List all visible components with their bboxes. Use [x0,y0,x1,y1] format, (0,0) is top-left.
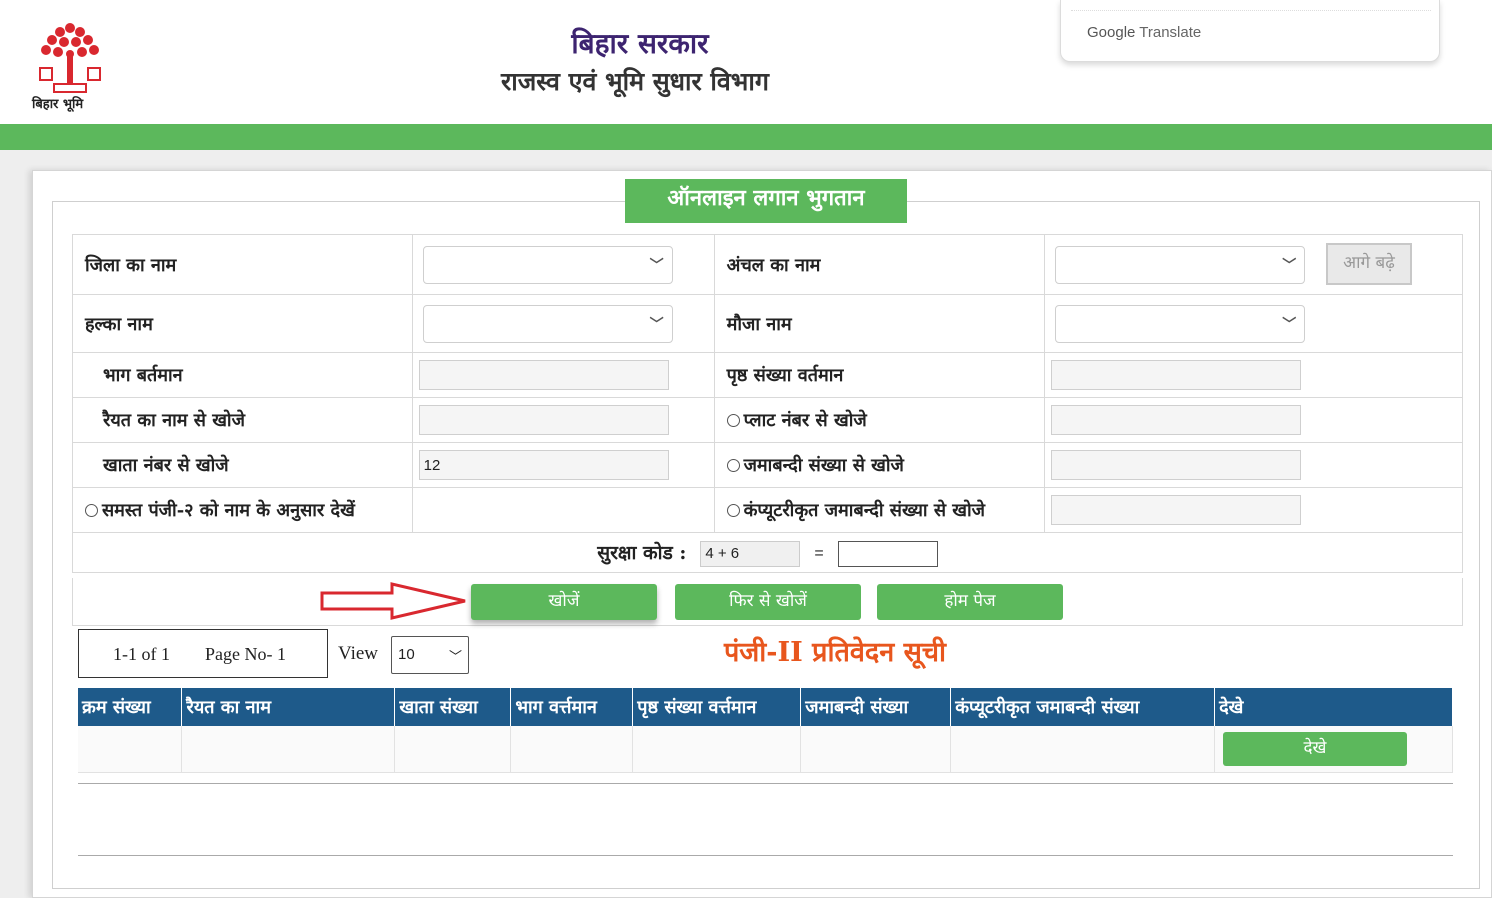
col-view: देखे [1214,688,1453,726]
next-button[interactable]: आगे बढ़े [1326,243,1412,285]
captcha-question: 4 + 6 [700,540,801,567]
plot-option[interactable]: प्लाट नंबर से खोजे [713,397,1046,443]
translate-divider [1071,10,1431,11]
jamabandi-cell [1044,442,1463,488]
search-again-button[interactable]: फिर से खोजें [675,584,861,620]
samast-empty-cell [411,487,715,533]
captcha-answer-input[interactable] [837,540,938,567]
prishth-input[interactable] [1051,360,1302,390]
search-form-table: जिला का नाम ﹀ अंचल का नाम ﹀ आगे बढ़े हल्… [72,234,1463,573]
mauja-select[interactable]: ﹀ [1055,304,1306,343]
report-title: पंजी-II प्रतिवेदन सूची [723,637,947,668]
view-label: View [338,643,379,664]
col-computer-jamabandi: कंप्यूटरीकृत जमाबन्दी संख्या [950,688,1216,726]
chevron-down-icon: ﹀ [1282,257,1297,274]
halka-label: हल्का नाम [72,294,413,353]
page-header: बिहार भूमि बिहार सरकार राजस्व एवं भूमि स… [0,0,1492,124]
chevron-down-icon: ﹀ [1282,316,1297,333]
translate-word: Translate [1135,24,1202,41]
view-row-button[interactable]: देखे [1223,732,1407,766]
results-header-row: क्रम संख्या रैयत का नाम खाता संख्या भाग … [78,688,1453,726]
home-page-button[interactable]: होम पेज [877,584,1063,620]
computer-jamabandi-radio[interactable] [726,504,740,517]
cell-prishth [632,726,802,773]
divider [78,855,1453,856]
samast-option[interactable]: समस्त पंजी-२ को नाम के अनुसार देखें [72,487,413,533]
search-button[interactable]: खोजें [471,584,657,620]
halka-select[interactable]: ﹀ [422,304,673,343]
form-legend: ऑनलाइन लगान भुगतान [625,179,907,223]
khata-label: खाता नंबर से खोजे [72,442,413,488]
mauja-label: मौजा नाम [713,294,1046,353]
google-translate-label[interactable]: Google Translate [1087,24,1201,41]
plot-cell [1044,397,1463,443]
col-raiyat: रैयत का नाम [181,688,396,726]
khata-input[interactable]: 12 [418,450,669,480]
page-number: Page No- 1 [205,644,286,664]
site-title: बिहार सरकार [571,27,709,60]
jamabandi-label: जमाबन्दी संख्या से खोजे [743,455,904,476]
captcha-label: सुरक्षा कोड : [597,541,687,564]
green-nav-bar [0,124,1492,150]
col-bhag: भाग वर्त्तमान [510,688,634,726]
computer-jamabandi-cell [1044,487,1463,533]
col-prishth: पृष्ठ संख्या वर्त्तमान [632,688,802,726]
arrow-right-icon [320,582,466,620]
raiyat-label: रैयत का नाम से खोजे [72,397,413,443]
district-cell: ﹀ [411,234,715,295]
mauja-cell: ﹀ [1044,294,1463,353]
bhag-label: भाग बर्तमान [72,352,413,398]
computer-jamabandi-label: कंप्यूटरीकृत जमाबन्दी संख्या से खोजे [743,500,986,521]
computer-jamabandi-option[interactable]: कंप्यूटरीकृत जमाबन्दी संख्या से खोजे [713,487,1046,533]
raiyat-cell [411,397,715,443]
district-select[interactable]: ﹀ [422,245,673,284]
samast-label: समस्त पंजी-२ को नाम के अनुसार देखें [102,500,355,521]
cell-bhag [510,726,634,773]
cell-computer-jamabandi [950,726,1216,773]
circle-label: अंचल का नाम [713,234,1046,295]
plot-input[interactable] [1051,405,1302,435]
department-title: राजस्व एवं भूमि सुधार विभाग [501,67,769,96]
cell-khata [394,726,512,773]
bhag-cell [411,352,715,398]
prishth-label: पृष्ठ संख्या वर्तमान [713,352,1046,398]
col-serial: क्रम संख्या [78,688,183,726]
bhag-input[interactable] [418,360,669,390]
chevron-down-icon: ﹀ [649,316,664,333]
plot-label: प्लाट नंबर से खोजे [743,410,867,431]
jamabandi-radio[interactable] [726,459,740,472]
page-size-value: 10 [398,646,415,663]
district-label: जिला का नाम [72,234,413,295]
cell-serial [78,726,183,773]
plot-radio[interactable] [726,414,740,427]
circle-select[interactable]: ﹀ [1055,245,1306,284]
col-khata: खाता संख्या [394,688,512,726]
circle-cell: ﹀ आगे बढ़े [1044,234,1463,295]
captcha-equals: = [814,544,824,562]
google-word: Google [1087,24,1136,41]
page-size-select[interactable]: 10 ﹀ [391,636,469,674]
divider [78,783,1453,784]
computer-jamabandi-input[interactable] [1051,495,1302,525]
raiyat-input[interactable] [418,405,669,435]
logo-caption: बिहार भूमि [32,97,84,112]
khata-cell: 12 [411,442,715,488]
col-jamabandi: जमाबन्दी संख्या [800,688,952,726]
jamabandi-option[interactable]: जमाबन्दी संख्या से खोजे [713,442,1046,488]
chevron-down-icon: ﹀ [649,257,664,274]
cell-jamabandi [800,726,952,773]
action-button-row: खोजें फिर से खोजें होम पेज [72,578,1463,626]
google-translate-widget[interactable]: Google Translate [1060,0,1440,62]
halka-cell: ﹀ [411,294,715,353]
chevron-down-icon: ﹀ [448,649,462,664]
pagination-info: 1-1 of 1 Page No- 1 [78,629,328,678]
captcha-row: सुरक्षा कोड : 4 + 6 = [72,532,1463,573]
prishth-cell [1044,352,1463,398]
samast-radio[interactable] [85,504,98,517]
cell-raiyat [181,726,396,773]
jamabandi-input[interactable] [1051,450,1302,480]
record-range: 1-1 of 1 [113,644,170,664]
